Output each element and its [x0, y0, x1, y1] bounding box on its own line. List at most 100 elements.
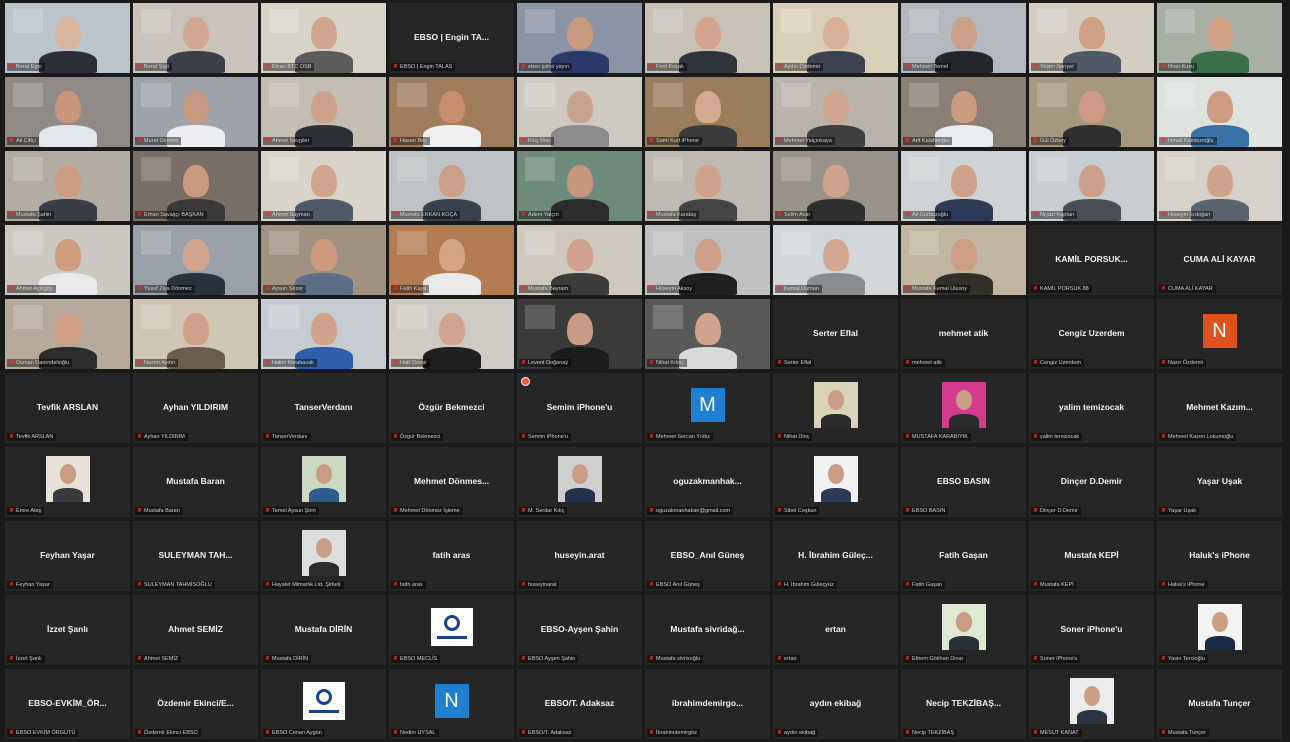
participant-tile[interactable]: ✘ Mustafa Şahin — [5, 151, 130, 221]
participant-tile[interactable]: ✘ Yasin Tercioğlu — [1157, 595, 1282, 665]
participant-tile[interactable]: ✘ Adem Yalçın — [517, 151, 642, 221]
participant-tile[interactable]: yalim temizocak ✘ yalim temizocak — [1029, 373, 1154, 443]
participant-tile[interactable]: ✘ Yeşim Sarıyer — [1029, 3, 1154, 73]
participant-tile[interactable]: ✘ Hayalet Mimarlık Ltd. Şirketi — [261, 521, 386, 591]
participant-tile[interactable]: Soner iPhone'u ✘ Soner iPhone'u — [1029, 595, 1154, 665]
participant-tile[interactable]: ✘ Mustafa ERKAN KOÇA — [389, 151, 514, 221]
participant-tile[interactable]: huseyin.arat ✘ huseyinarat — [517, 521, 642, 591]
participant-tile[interactable]: ✘ Ahmet Sevgiler — [261, 77, 386, 147]
participant-tile[interactable]: Mustafa Baran ✘ Mustafa Baran — [133, 447, 258, 517]
participant-tile[interactable]: ✘ Sibel Coşkun — [773, 447, 898, 517]
participant-tile[interactable]: Haluk's iPhone ✘ Haluk's iPhone — [1157, 521, 1282, 591]
participant-tile[interactable]: ✘ İsmail Kamburoğlu — [1157, 77, 1282, 147]
participant-tile[interactable]: ✘ Emre Ateş — [5, 447, 130, 517]
participant-tile[interactable]: EBSO-EVKİM_ÖR... ✘ EBSO EVKİM ÖRGÜTÜ — [5, 669, 130, 739]
participant-tile[interactable]: ✘ Mehmet Temel — [901, 3, 1026, 73]
participant-tile[interactable]: ✘ Temel Aysun Şirin — [261, 447, 386, 517]
participant-tile[interactable]: aydın ekibağ ✘ aydın ekibağ — [773, 669, 898, 739]
participant-tile[interactable]: ✘ Erhan Savaşçı BAŞKAN — [133, 151, 258, 221]
participant-tile[interactable]: ✘ Ferit Koçak — [645, 3, 770, 73]
participant-tile[interactable]: ✘ Levent Doğanay — [517, 299, 642, 369]
participant-tile[interactable]: Fatih Gaşan ✘ Fatih Gaşan — [901, 521, 1026, 591]
participant-tile[interactable]: ✘ Murat Demirci — [133, 77, 258, 147]
participant-tile[interactable]: ✘ Aydın Özdemir — [773, 3, 898, 73]
participant-tile[interactable]: ✘ Selim Acar — [773, 151, 898, 221]
participant-tile[interactable]: EBSO | Engin TA... ✘ EBSO | Engin TALAS — [389, 3, 514, 73]
participant-tile[interactable]: ✘ Halim Karabacak — [261, 299, 386, 369]
participant-tile[interactable]: İzzet Şanlı ✘ İzzet Şanlı — [5, 595, 130, 665]
participant-tile[interactable]: fatih aras ✘ fatih aras — [389, 521, 514, 591]
participant-tile[interactable]: Ahmet SEMİZ ✘ Ahmet SEMİZ — [133, 595, 258, 665]
participant-tile[interactable]: Ayhan YILDIRIM ✘ Ayhan YILDIRIM — [133, 373, 258, 443]
participant-tile[interactable]: ✘ İlhan Kuzu — [1157, 3, 1282, 73]
participant-tile[interactable]: ✘ Kemal Duman — [773, 225, 898, 295]
participant-tile[interactable]: Cengiz Uzerdem ✘ Cengiz Uzerdem — [1029, 299, 1154, 369]
participant-tile[interactable]: ✘ Sami Kurt iPhone — [645, 77, 770, 147]
participant-tile[interactable]: ✘ Ahmet Açıkgöz — [5, 225, 130, 295]
participant-tile[interactable]: ✘ Elvan BTC OSB — [261, 3, 386, 73]
participant-tile[interactable]: SULEYMAN TAH... ✘ SULEYMAN TAHMİSOĞLU — [133, 521, 258, 591]
participant-tile[interactable]: ✘ Ethem Gökhan Dinar — [901, 595, 1026, 665]
participant-tile[interactable]: N ✘ Nedim UYSAL — [389, 669, 514, 739]
participant-tile[interactable]: Özdemir Ekinci/E... ✘ Özdemir Ekinci EBSO — [133, 669, 258, 739]
participant-tile[interactable]: ✘ Gül Özbey — [1029, 77, 1154, 147]
participant-tile[interactable]: Mustafa sivridağ... ✘ Mustafa sivrisoğlu — [645, 595, 770, 665]
participant-tile[interactable]: Özgür Bekmezci ✘ Özgür Bekmezci — [389, 373, 514, 443]
participant-tile[interactable]: EBSO_Anıl Güneş ✘ EBSO Anıl Güneş — [645, 521, 770, 591]
participant-tile[interactable]: Mustafa KEPİ ✘ Mustafa KEPİ — [1029, 521, 1154, 591]
participant-tile[interactable]: ✘ Berat Egin — [5, 3, 130, 73]
participant-tile[interactable]: ✘ Berat Şişli — [133, 3, 258, 73]
participant-tile[interactable]: Yaşar Uşak ✘ Yaşar Uşak — [1157, 447, 1282, 517]
participant-tile[interactable]: ✘ Yusuf Ziya Dönmez — [133, 225, 258, 295]
participant-tile[interactable]: ibrahimdemirgo... ✘ İbrahimdemirgöz — [645, 669, 770, 739]
participant-tile[interactable]: ✘ Kılıç Mac — [517, 77, 642, 147]
participant-tile[interactable]: Mehmet Dönmes... ✘ Mehmet Dönmez İşleme — [389, 447, 514, 517]
participant-tile[interactable]: ✘ MESUT KANAT — [1029, 669, 1154, 739]
participant-tile[interactable]: ✘ Hüseyin Erdoğan — [1157, 151, 1282, 221]
participant-tile[interactable]: ✘ Nihat Dinç — [773, 373, 898, 443]
participant-tile[interactable]: Serter Eflal ✘ Serter Eflal — [773, 299, 898, 369]
participant-tile[interactable]: ✘ Aysun Sezer — [261, 225, 386, 295]
participant-tile[interactable]: ✘ Nazım Aydın — [133, 299, 258, 369]
participant-tile[interactable]: ✘ Hüseyin Aksoy — [645, 225, 770, 295]
participant-tile[interactable]: oguzakmanhak... ✘ oguzakmanhakan@gmail.com — [645, 447, 770, 517]
participant-tile[interactable]: ✘ Mehmet Yalçınkaya — [773, 77, 898, 147]
participant-tile[interactable]: Necip TEKZİBAŞ... ✘ Necip TEKZİBAŞ — [901, 669, 1026, 739]
participant-tile[interactable]: Dinçer D.Demir ✘ Dinçer D.Demir — [1029, 447, 1154, 517]
participant-tile[interactable]: ✘ Mustafa Karataş — [645, 151, 770, 221]
participant-tile[interactable]: ✘ Ali Gürbüzoğlu — [901, 151, 1026, 221]
participant-tile[interactable]: ✘ Mustafa Bayram — [517, 225, 642, 295]
participant-tile[interactable]: Tevfik ARSLAN ✘ Tevfik ARSLAN — [5, 373, 130, 443]
participant-tile[interactable]: Mustafa Tunçer ✘ Mustafa Tunçer — [1157, 669, 1282, 739]
participant-tile[interactable]: ✘ Halil Demir — [389, 299, 514, 369]
participant-tile[interactable]: ✘ Arif Kalafatoğlu — [901, 77, 1026, 147]
participant-tile[interactable]: EBSO BASIN ✘ EBSO BASIN — [901, 447, 1026, 517]
participant-tile[interactable]: ✘ Nihat Kılınç — [645, 299, 770, 369]
participant-tile[interactable]: ✘ Osman Darendelioğlu — [5, 299, 130, 369]
participant-tile[interactable]: CUMA ALİ KAYAR ✘ CUMA ALİ KAYAR — [1157, 225, 1282, 295]
participant-tile[interactable]: ✘ Ahmet Sayman — [261, 151, 386, 221]
participant-tile[interactable]: ✘ Ali Çiftçi — [5, 77, 130, 147]
participant-tile[interactable]: Semim iPhone'u ✘ Semim iPhone'u — [517, 373, 642, 443]
participant-tile[interactable]: TanserVerdanı ✘ TanserVerdanı — [261, 373, 386, 443]
participant-tile[interactable]: ✘ Fatih Kaya — [389, 225, 514, 295]
participant-tile[interactable]: KAMİL PORSUK... ✘ KAMİL PORSUK 88 — [1029, 225, 1154, 295]
participant-tile[interactable]: ✘ ebso şahsi yayın — [517, 3, 642, 73]
participant-tile[interactable]: ✘ Hasan Bey — [389, 77, 514, 147]
participant-tile[interactable]: ✘ M. Serdar Kılıç — [517, 447, 642, 517]
participant-tile[interactable]: M ✘ Mehmet Sercan Yıldız — [645, 373, 770, 443]
participant-tile[interactable]: mehmet atik ✘ mehmet atik — [901, 299, 1026, 369]
participant-tile[interactable]: H. İbrahim Güleç... ✘ H. İbrahim Güleçyüz — [773, 521, 898, 591]
participant-tile[interactable]: ✘ EBSO Cenan Aygün — [261, 669, 386, 739]
participant-tile[interactable]: Mustafa DİRİN ✘ Mustafa DİRİN — [261, 595, 386, 665]
participant-tile[interactable]: EBSO-Ayşen Şahin ✘ EBSO Ayşen Şahin — [517, 595, 642, 665]
participant-tile[interactable]: ✘ Niyazi Kaptan — [1029, 151, 1154, 221]
participant-tile[interactable]: ✘ MUSTAFA KARABIYIK — [901, 373, 1026, 443]
participant-tile[interactable]: ✘ EBSO MECLİS — [389, 595, 514, 665]
participant-tile[interactable]: N ✘ Nazır Özdemir — [1157, 299, 1282, 369]
participant-tile[interactable]: ertan ✘ ertan — [773, 595, 898, 665]
participant-tile[interactable]: ✘ Mustafa Kemal Ulusoy — [901, 225, 1026, 295]
participant-tile[interactable]: Feyhan Yaşar ✘ Feyhan Yaşar — [5, 521, 130, 591]
participant-tile[interactable]: Mehmet Kazım... ✘ Mehmet Kazım Lokumoğlu — [1157, 373, 1282, 443]
participant-tile[interactable]: EBSO/T. Adaksaz ✘ EBSO/T. Adaksaz — [517, 669, 642, 739]
